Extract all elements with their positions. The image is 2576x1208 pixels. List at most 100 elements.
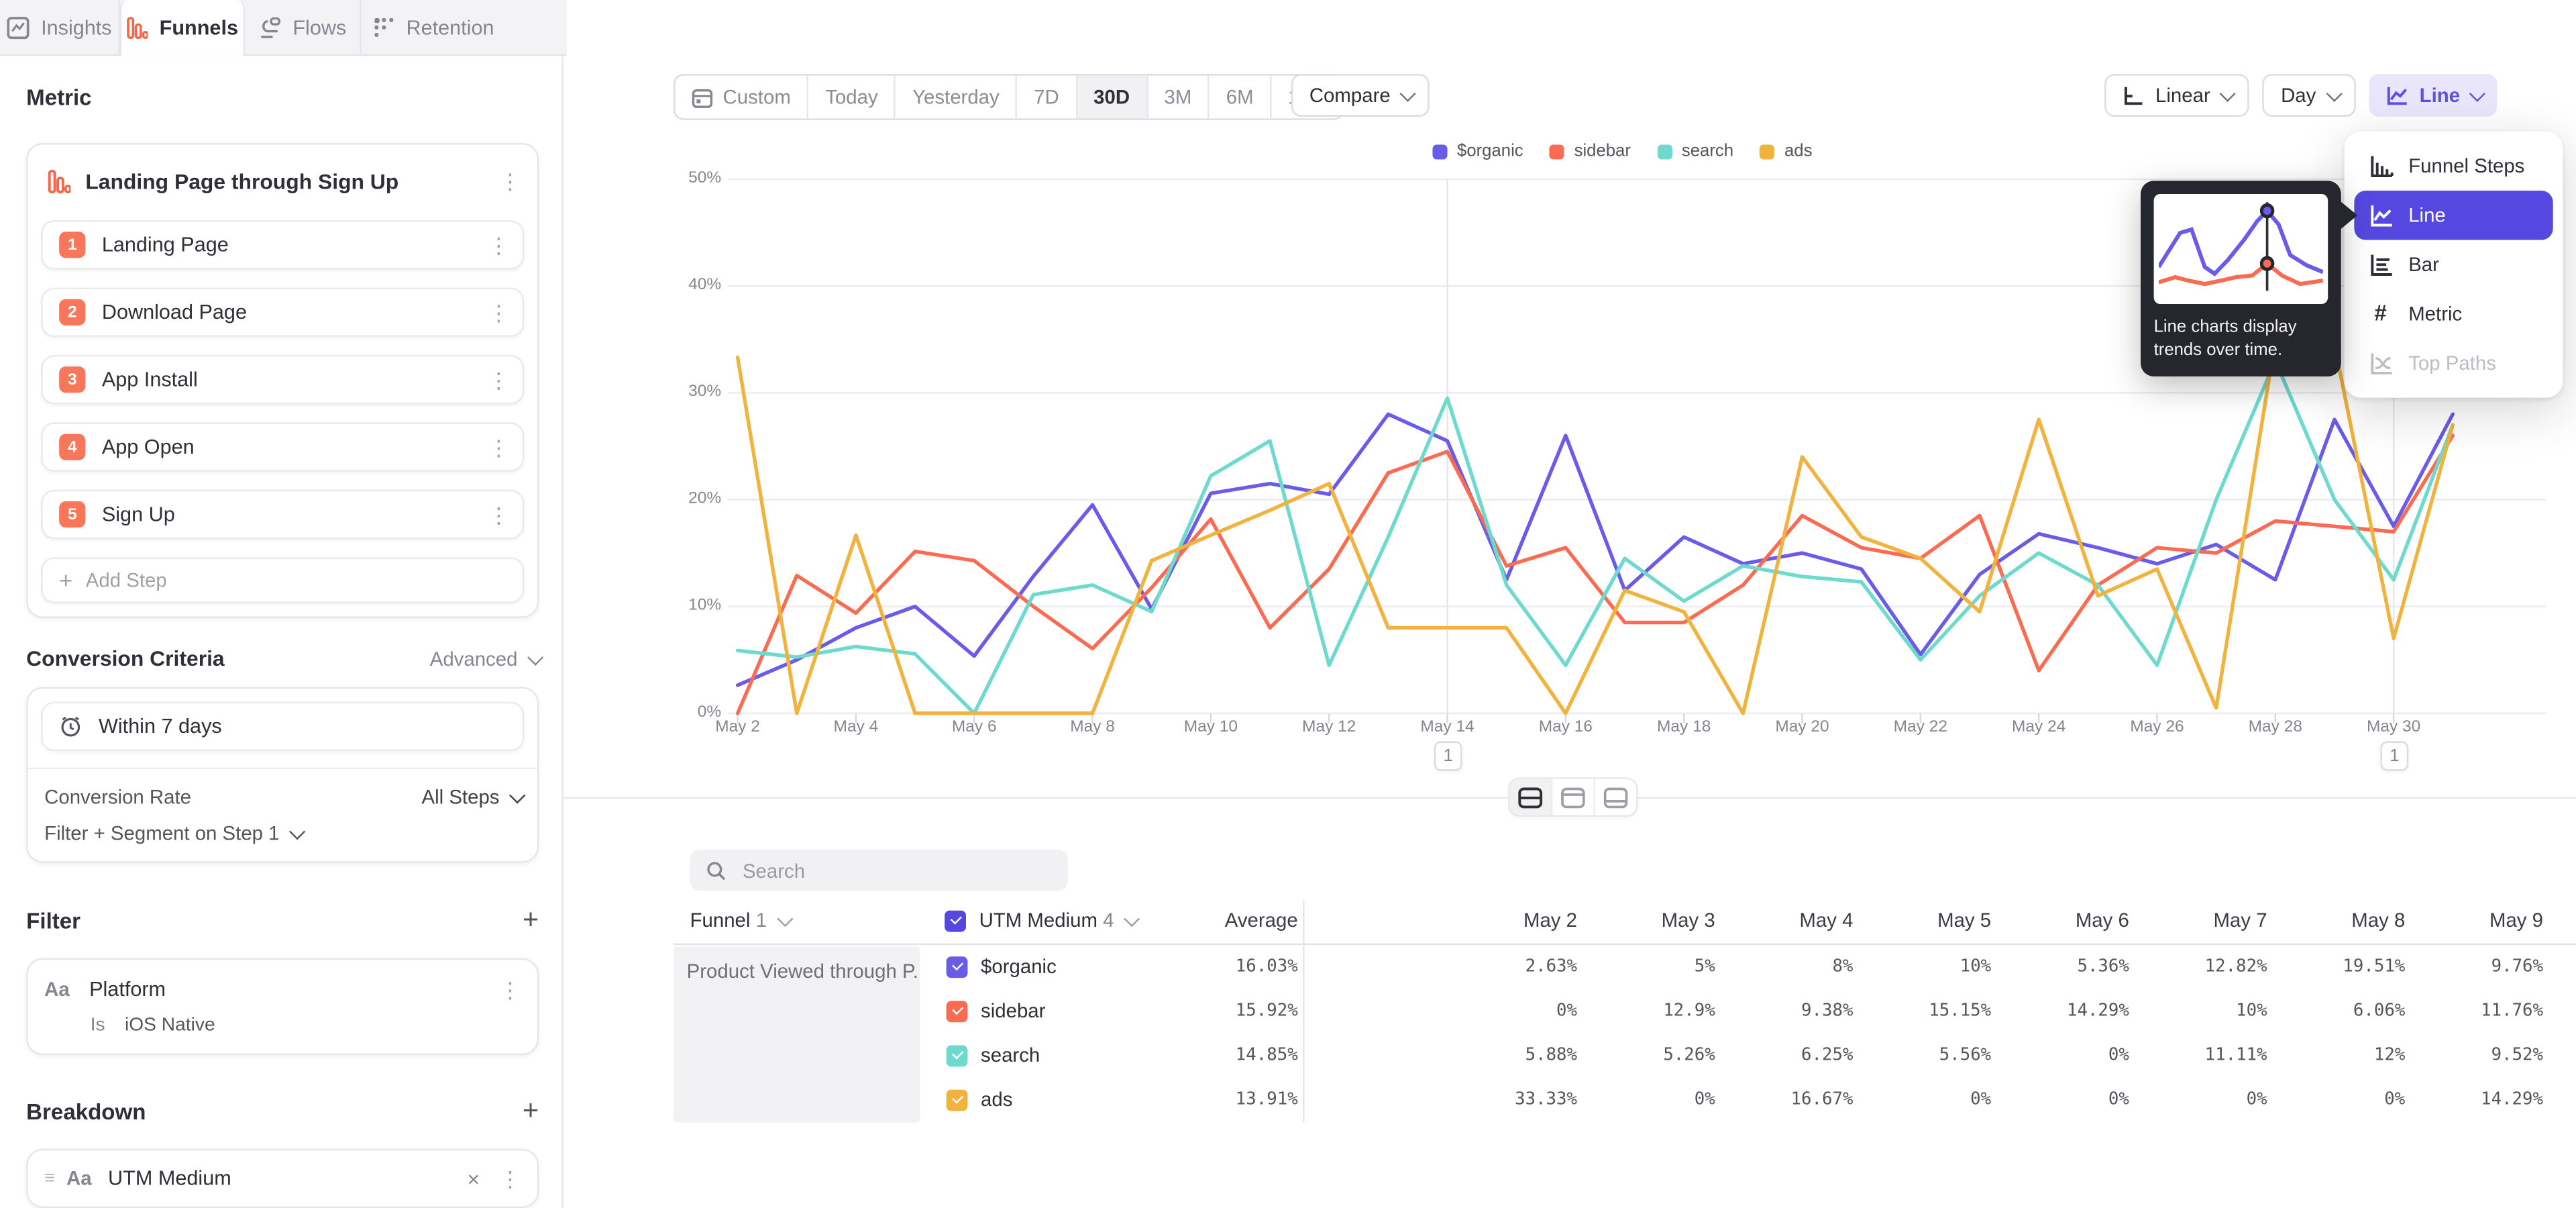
tab-retention[interactable]: Retention (362, 0, 506, 54)
funnel-name[interactable]: Landing Page through Sign Up (85, 168, 499, 193)
funnel-column-dropdown[interactable]: Funnel 1 (690, 909, 788, 932)
funnel-step-5[interactable]: 5 Sign Up ⋮ (41, 490, 524, 539)
funnel-step-3[interactable]: 3 App Install ⋮ (41, 355, 524, 404)
date-column-header[interactable]: May 10 (2550, 909, 2576, 932)
x-tick: May 20 (1753, 718, 1851, 736)
kebab-menu-icon[interactable]: ⋮ (499, 170, 521, 191)
date-column-header[interactable]: May 4 (1722, 909, 1854, 932)
x-tick: May 8 (1043, 718, 1142, 736)
legend-swatch (1657, 144, 1672, 158)
legend-item-ads[interactable]: ads (1760, 142, 1812, 161)
kebab-menu-icon[interactable]: ⋮ (488, 301, 509, 323)
menu-item-top-paths[interactable]: Top Paths (2354, 338, 2553, 387)
range-Custom[interactable]: Custom (676, 76, 809, 119)
chart-type-menu: Funnel Steps Line Bar # Metric Top Paths (2345, 132, 2563, 398)
row-checkbox-$organic[interactable] (947, 956, 968, 978)
tab-label: Funnels (160, 16, 238, 39)
chart-type-dropdown[interactable]: Line (2369, 74, 2498, 117)
kebab-menu-icon[interactable]: ⋮ (488, 436, 509, 458)
range-6M[interactable]: 6M (1210, 76, 1271, 119)
granularity-dropdown[interactable]: Day (2263, 74, 2355, 117)
menu-item-bar[interactable]: Bar (2354, 240, 2553, 289)
advanced-dropdown[interactable]: Advanced (430, 647, 539, 670)
date-column-header[interactable]: May 6 (1998, 909, 2129, 932)
range-7D[interactable]: 7D (1018, 76, 1077, 119)
split-view-toggle[interactable] (1510, 779, 1553, 815)
value-cell: 12.9% (1584, 1001, 1715, 1020)
y-tick: 20% (643, 490, 722, 508)
value-cell: 2.63% (1446, 956, 1577, 976)
filter-value[interactable]: iOS Native (125, 1015, 215, 1035)
tab-flows[interactable]: Flows (245, 0, 362, 54)
series-line-ads[interactable] (738, 340, 2453, 713)
step-label: Download Page (102, 301, 488, 323)
breakdown-column-dropdown[interactable]: UTM Medium 4 (979, 909, 1136, 932)
annotation-badge[interactable]: 1 (2381, 741, 2409, 770)
value-cell: 0% (1860, 1090, 1991, 1109)
add-step-button[interactable]: + Add Step (41, 557, 524, 603)
breakdown-card[interactable]: ≡ Aa UTM Medium × ⋮ (26, 1149, 539, 1208)
row-name: search (981, 1044, 1040, 1066)
remove-breakdown-icon[interactable]: × (468, 1166, 480, 1191)
table-only-toggle[interactable] (1595, 779, 1636, 815)
conversion-window-row[interactable]: Within 7 days (41, 702, 524, 751)
table-column-divider (1303, 901, 1304, 1123)
range-3M[interactable]: 3M (1148, 76, 1210, 119)
date-column-header[interactable]: May 9 (2412, 909, 2543, 932)
menu-item-metric[interactable]: # Metric (2354, 289, 2553, 338)
date-column-header[interactable]: May 3 (1584, 909, 1715, 932)
funnel-step-1[interactable]: 1 Landing Page ⋮ (41, 220, 524, 269)
annotation-badge[interactable]: 1 (1434, 741, 1462, 770)
menu-item-funnel-steps[interactable]: Funnel Steps (2354, 142, 2553, 191)
step-label: App Install (102, 368, 488, 391)
value-cell: 16.67% (1722, 1090, 1854, 1109)
add-filter-button[interactable]: + (523, 904, 539, 937)
filter-operator[interactable]: Is (91, 1015, 105, 1035)
tab-funnels[interactable]: Funnels (120, 0, 245, 56)
filter-card[interactable]: Aa Platform ⋮ Is iOS Native (26, 958, 539, 1055)
date-column-header[interactable]: May 7 (2136, 909, 2267, 932)
add-breakdown-button[interactable]: + (523, 1095, 539, 1127)
drag-handle-icon[interactable]: ≡ (44, 1168, 55, 1188)
tab-insights[interactable]: Insights (0, 0, 120, 54)
date-column-header[interactable]: May 2 (1446, 909, 1577, 932)
funnel-name-cell[interactable]: Product Viewed through P... (674, 947, 920, 1123)
chart-only-toggle[interactable] (1552, 779, 1595, 815)
avg-cell: 13.91% (1167, 1090, 1298, 1109)
calendar-icon (692, 87, 713, 108)
utm-medium-checkbox[interactable] (945, 911, 966, 932)
step-number-badge: 5 (59, 501, 85, 527)
range-Today[interactable]: Today (809, 76, 896, 119)
all-steps-dropdown[interactable]: All Steps (422, 786, 521, 809)
scale-dropdown[interactable]: Linear (2104, 74, 2249, 117)
row-checkbox-search[interactable] (947, 1046, 968, 1067)
row-checkbox-ads[interactable] (947, 1090, 968, 1111)
date-column-header[interactable]: May 8 (2273, 909, 2405, 932)
x-tick: May 10 (1161, 718, 1260, 736)
chart-type-tooltip: Line charts display trends over time. (2141, 181, 2341, 376)
legend-item-sidebar[interactable]: sidebar (1550, 142, 1631, 161)
step-label: Sign Up (102, 503, 488, 525)
tooltip-text: Line charts display trends over time. (2154, 315, 2328, 362)
search-input[interactable] (739, 857, 1025, 883)
menu-item-line[interactable]: Line (2354, 191, 2553, 240)
conversion-rate-label: Conversion Rate (44, 786, 191, 809)
date-column-header[interactable]: May 5 (1860, 909, 1991, 932)
legend-item-$organic[interactable]: $organic (1432, 142, 1523, 161)
kebab-menu-icon[interactable]: ⋮ (499, 1168, 521, 1189)
range-30D[interactable]: 30D (1077, 76, 1148, 119)
filter-segment-dropdown[interactable]: Filter + Segment on Step 1 (44, 821, 301, 844)
kebab-menu-icon[interactable]: ⋮ (488, 504, 509, 525)
row-checkbox-sidebar[interactable] (947, 1001, 968, 1022)
range-Yesterday[interactable]: Yesterday (896, 76, 1018, 119)
kebab-menu-icon[interactable]: ⋮ (499, 978, 521, 1000)
compare-button[interactable]: Compare (1291, 74, 1430, 117)
kebab-menu-icon[interactable]: ⋮ (488, 369, 509, 391)
table-search[interactable] (690, 850, 1068, 891)
funnel-step-4[interactable]: 4 App Open ⋮ (41, 422, 524, 471)
funnel-step-2[interactable]: 2 Download Page ⋮ (41, 288, 524, 337)
value-cell: 5.56% (1860, 1046, 1991, 1065)
legend-item-search[interactable]: search (1657, 142, 1733, 161)
kebab-menu-icon[interactable]: ⋮ (488, 234, 509, 256)
average-column-header[interactable]: Average (1167, 909, 1298, 932)
